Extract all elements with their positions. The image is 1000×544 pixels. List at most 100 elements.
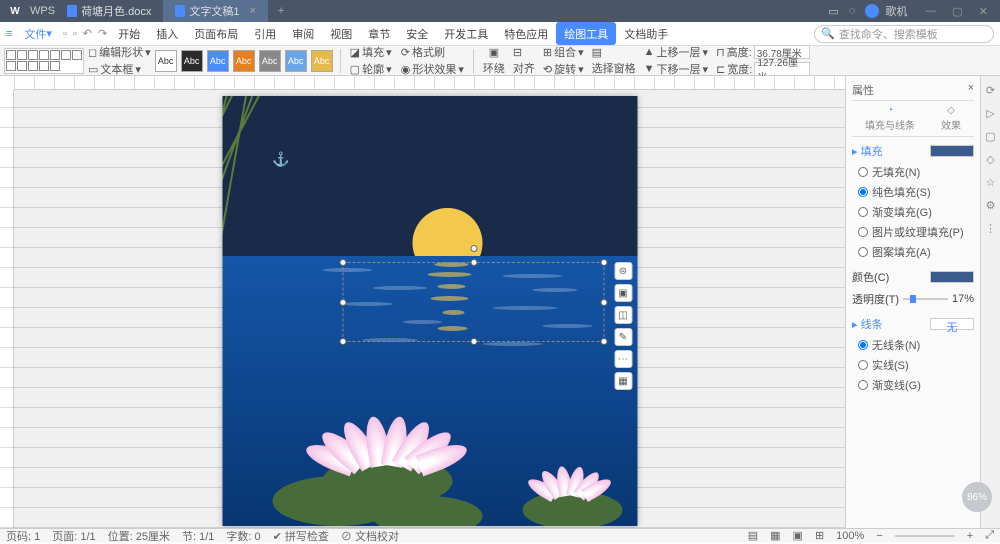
fill-color-swatch[interactable] (930, 145, 974, 157)
shape-lilypad[interactable] (522, 491, 622, 526)
send-backward-button[interactable]: ▼ 下移一层 ▾ (642, 61, 710, 77)
menu-view[interactable]: 视图 (322, 22, 360, 45)
line-solid-radio[interactable]: 实线(S) (858, 357, 974, 373)
shape-icon[interactable]: ◇ (986, 153, 994, 166)
tool-icon[interactable]: ⟳ (986, 84, 995, 97)
menu-section[interactable]: 章节 (360, 22, 398, 45)
canvas[interactable]: ⚓ (14, 90, 845, 528)
new-tab-button[interactable]: + (268, 5, 294, 17)
menu-layout[interactable]: 页面布局 (186, 22, 246, 45)
shape-gallery[interactable] (4, 48, 84, 74)
close-icon[interactable]: ✕ (979, 5, 988, 18)
gear-icon[interactable]: ⚙ (986, 199, 996, 212)
view-mode-icon[interactable]: ⊞ (815, 529, 824, 542)
style-swatch-5[interactable]: Abc (259, 50, 281, 72)
line-gradient-radio[interactable]: 渐变线(G) (858, 377, 974, 393)
fill-picture-radio[interactable]: 图片或纹理填充(P) (858, 224, 974, 240)
bring-forward-button[interactable]: ▲ 上移一层 ▾ (642, 44, 710, 60)
status-know[interactable]: ⊘ 文档校对 (341, 528, 399, 544)
transparency-slider[interactable] (903, 298, 948, 300)
style-swatch-3[interactable]: Abc (207, 50, 229, 72)
status-spell[interactable]: ✔ 拼写检查 (273, 528, 329, 544)
minimize-icon[interactable]: — (925, 5, 936, 17)
messages-icon[interactable]: ▭ (828, 5, 838, 18)
line-none-radio[interactable]: 无线条(N) (858, 337, 974, 353)
line-style-dropdown[interactable]: 无 (930, 318, 974, 330)
star-icon[interactable]: ☆ (986, 176, 996, 189)
style-swatch-1[interactable]: Abc (155, 50, 177, 72)
select-icon[interactable]: ▷ (986, 107, 994, 120)
fill-tool-icon[interactable]: ▣ (614, 284, 632, 302)
search-box[interactable]: 🔍 查找命令、搜索模板 (814, 25, 994, 43)
feedback-icon[interactable]: ◌ (849, 5, 856, 17)
menu-review[interactable]: 审阅 (284, 22, 322, 45)
more-tool-icon[interactable]: ⋯ (614, 350, 632, 368)
style-swatch-4[interactable]: Abc (233, 50, 255, 72)
clipboard-icon[interactable]: ▢ (985, 130, 995, 143)
textbox-button[interactable]: ▭ 文本框 ▾ (88, 61, 151, 77)
qat-redo-icon[interactable]: ↷ (95, 27, 110, 40)
status-words[interactable]: 字数: 0 (226, 528, 260, 544)
file-menu[interactable]: 文件 ▾ (16, 22, 60, 45)
menu-drawing[interactable]: 绘图工具 (556, 22, 616, 45)
panel-close-icon[interactable]: × (968, 82, 974, 98)
view-mode-icon[interactable]: ▦ (770, 529, 780, 542)
view-mode-icon[interactable]: ▣ (793, 529, 803, 542)
menu-special[interactable]: 特色应用 (496, 22, 556, 45)
outline-button[interactable]: ▢ 轮廓 ▾ ◉ 形状效果 ▾ (348, 61, 466, 77)
fill-gradient-radio[interactable]: 渐变填充(G) (858, 204, 974, 220)
layout-options-icon[interactable]: ⊜ (614, 262, 632, 280)
zoom-in-icon[interactable]: + (967, 530, 973, 542)
group-button[interactable]: ⊞ 组合 ▾ (541, 44, 586, 60)
fullscreen-icon[interactable]: ⤢ (985, 529, 994, 542)
menu-insert[interactable]: 插入 (148, 22, 186, 45)
view-mode-icon[interactable]: ▤ (748, 529, 758, 542)
qat-save-icon[interactable]: ▫ (60, 28, 70, 40)
width-field[interactable]: ⊏ 宽度: 127.26厘米 (714, 61, 812, 77)
document-page[interactable]: ⚓ (222, 96, 637, 526)
menu-start[interactable]: 开始 (110, 22, 148, 45)
user-avatar[interactable] (865, 4, 879, 18)
zoom-value[interactable]: 100% (836, 530, 864, 542)
menu-app-icon[interactable]: ≡ (6, 28, 12, 40)
outline-tool-icon[interactable]: ◫ (614, 306, 632, 324)
fill-none-radio[interactable]: 无填充(N) (858, 164, 974, 180)
selection-box[interactable] (342, 262, 604, 342)
style-swatch-2[interactable]: Abc (181, 50, 203, 72)
align-button[interactable]: ⊟ (511, 46, 537, 59)
vertical-ruler[interactable] (0, 90, 14, 528)
close-tab-icon[interactable]: × (249, 5, 255, 17)
menu-dev[interactable]: 开发工具 (436, 22, 496, 45)
status-page-num[interactable]: 页码: 1 (6, 528, 40, 544)
rotate-handle[interactable] (470, 245, 477, 252)
rotate-button[interactable]: ⟲ 旋转 ▾ (541, 61, 586, 77)
edit-shape-button[interactable]: ◻ 编辑形状 ▾ (88, 44, 151, 60)
doc-tab-1[interactable]: 荷塘月色.docx (55, 0, 163, 22)
line-section-header[interactable]: ▸ 线条 (852, 316, 883, 332)
zoom-slider[interactable] (895, 535, 955, 537)
wrap-button[interactable]: ▣ (481, 46, 507, 59)
menu-assistant[interactable]: 文档助手 (616, 22, 676, 45)
progress-badge[interactable]: 86% (962, 482, 992, 512)
fill-pattern-radio[interactable]: 图案填充(A) (858, 244, 974, 260)
zoom-out-icon[interactable]: − (876, 530, 882, 542)
crop-tool-icon[interactable]: ▦ (614, 372, 632, 390)
tab-fill-line[interactable]: ◔填充与线条 (865, 105, 915, 132)
style-swatch-6[interactable]: Abc (285, 50, 307, 72)
select-pane-button[interactable]: ▤ (590, 46, 638, 59)
qat-undo-icon[interactable]: ↶ (80, 27, 95, 40)
fill-solid-radio[interactable]: 纯色填充(S) (858, 184, 974, 200)
menu-security[interactable]: 安全 (398, 22, 436, 45)
doc-tab-2[interactable]: 文字文稿1× (163, 0, 268, 22)
more-icon[interactable]: ⋮ (985, 222, 996, 235)
menu-reference[interactable]: 引用 (246, 22, 284, 45)
style-swatch-7[interactable]: Abc (311, 50, 333, 72)
color-picker[interactable] (930, 271, 974, 283)
fill-button[interactable]: ◪ 填充 ▾ ⟳ 格式刷 (348, 44, 466, 60)
qat-print-icon[interactable]: ▫ (70, 28, 80, 40)
fill-section-header[interactable]: ▸ 填充 (852, 143, 883, 159)
effect-tool-icon[interactable]: ✎ (614, 328, 632, 346)
status-pages[interactable]: 页面: 1/1 (52, 528, 95, 544)
maximize-icon[interactable]: ▢ (952, 5, 962, 18)
tab-effect[interactable]: ◇效果 (941, 105, 961, 132)
